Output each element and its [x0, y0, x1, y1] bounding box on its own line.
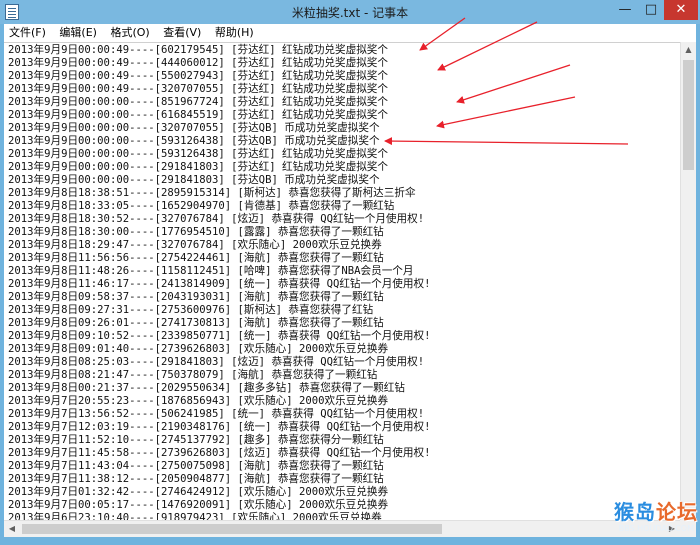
minimize-button[interactable]: — — [612, 0, 638, 20]
text-content[interactable]: 2013年9月9日00:00:49----[602179545] [芬达红] 红… — [4, 43, 680, 521]
text-line[interactable]: 2013年9月9日00:00:49----[444060012] [芬达红] 红… — [8, 57, 680, 70]
text-line[interactable]: 2013年9月8日09:10:52----[2339850771] [统一] 恭… — [8, 330, 680, 343]
vertical-scroll-thumb[interactable] — [683, 60, 694, 170]
text-editor[interactable]: 2013年9月9日00:00:49----[602179545] [芬达红] 红… — [4, 42, 680, 521]
text-line[interactable]: 2013年9月7日11:38:12----[2050904877] [海航] 恭… — [8, 473, 680, 486]
text-line[interactable]: 2013年9月9日00:00:00----[593126438] [芬达红] 红… — [8, 148, 680, 161]
window-title: 米粒抽奖.txt - 记事本 — [291, 6, 409, 20]
text-line[interactable]: 2013年9月9日00:00:00----[320707055] [芬达QB] … — [8, 122, 680, 135]
text-line[interactable]: 2013年9月8日09:26:01----[2741730813] [海航] 恭… — [8, 317, 680, 330]
menu-bar: 文件(F) 编辑(E) 格式(O) 查看(V) 帮助(H) — [4, 24, 696, 42]
text-line[interactable]: 2013年9月8日18:33:05----[1652904970] [肯德基] … — [8, 200, 680, 213]
text-line[interactable]: 2013年9月7日20:55:23----[1876856943] [欢乐随心]… — [8, 395, 680, 408]
menu-edit[interactable]: 编辑(E) — [54, 24, 102, 40]
text-line[interactable]: 2013年9月8日11:56:56----[2754224461] [海航] 恭… — [8, 252, 680, 265]
text-line[interactable]: 2013年9月7日11:45:58----[2739626803] [炫迈] 恭… — [8, 447, 680, 460]
vertical-scrollbar[interactable]: ▲ ▼ — [680, 42, 696, 520]
menu-view[interactable]: 查看(V) — [158, 24, 206, 40]
text-line[interactable]: 2013年9月8日18:30:00----[1776954510] [露露] 恭… — [8, 226, 680, 239]
menu-file[interactable]: 文件(F) — [4, 24, 51, 40]
text-line[interactable]: 2013年9月9日00:00:49----[320707055] [芬达红] 红… — [8, 83, 680, 96]
text-line[interactable]: 2013年9月8日18:38:51----[2895915314] [斯柯达] … — [8, 187, 680, 200]
watermark-name-accent: 论坛 — [656, 500, 698, 524]
watermark-name: 猴岛 — [614, 500, 656, 524]
text-line[interactable]: 2013年9月8日09:27:31----[2753600976] [斯柯达] … — [8, 304, 680, 317]
text-line[interactable]: 2013年9月8日09:01:40----[2739626803] [欢乐随心]… — [8, 343, 680, 356]
forum-watermark-logo: 猴岛论坛 BBS.HOUDAO.COM — [588, 500, 698, 542]
maximize-button[interactable]: □ — [638, 0, 664, 20]
text-line[interactable]: 2013年9月8日08:25:03----[291841803] [炫迈] 恭喜… — [8, 356, 680, 369]
notepad-window: 米粒抽奖.txt - 记事本 — □ ✕ 文件(F) 编辑(E) 格式(O) 查… — [0, 0, 700, 545]
horizontal-scroll-thumb[interactable] — [22, 524, 442, 534]
text-line[interactable]: 2013年9月8日08:21:47----[750378079] [海航] 恭喜… — [8, 369, 680, 382]
text-line[interactable]: 2013年9月9日00:00:00----[291841803] [芬达QB] … — [8, 174, 680, 187]
menu-format[interactable]: 格式(O) — [105, 24, 154, 40]
text-line[interactable]: 2013年9月9日00:00:49----[550027943] [芬达红] 红… — [8, 70, 680, 83]
text-line[interactable]: 2013年9月9日00:00:00----[851967724] [芬达红] 红… — [8, 96, 680, 109]
scroll-up-icon[interactable]: ▲ — [681, 42, 696, 58]
scroll-left-icon[interactable]: ◀ — [4, 521, 20, 537]
text-line[interactable]: 2013年9月7日00:05:17----[1476920091] [欢乐随心]… — [8, 499, 680, 512]
text-line[interactable]: 2013年9月8日00:21:37----[2029550634] [趣多多钻]… — [8, 382, 680, 395]
text-line[interactable]: 2013年9月7日12:03:19----[2190348176] [统一] 恭… — [8, 421, 680, 434]
text-line[interactable]: 2013年9月9日00:00:00----[593126438] [芬达QB] … — [8, 135, 680, 148]
text-line[interactable]: 2013年9月8日11:46:17----[2413814909] [统一] 恭… — [8, 278, 680, 291]
text-line[interactable]: 2013年9月8日09:58:37----[2043193031] [海航] 恭… — [8, 291, 680, 304]
text-line[interactable]: 2013年9月7日11:43:04----[2750075098] [海航] 恭… — [8, 460, 680, 473]
text-line[interactable]: 2013年9月9日00:00:00----[616845519] [芬达红] 红… — [8, 109, 680, 122]
text-line[interactable]: 2013年9月8日11:48:26----[1158112451] [哈啤] 恭… — [8, 265, 680, 278]
text-line[interactable]: 2013年9月9日00:00:00----[291841803] [芬达红] 红… — [8, 161, 680, 174]
text-line[interactable]: 2013年9月9日00:00:49----[602179545] [芬达红] 红… — [8, 44, 680, 57]
text-line[interactable]: 2013年9月7日11:52:10----[2745137792] [趣多] 恭… — [8, 434, 680, 447]
text-line[interactable]: 2013年9月8日18:30:52----[327076784] [炫迈] 恭喜… — [8, 213, 680, 226]
watermark-url: BBS.HOUDAO.COM — [618, 524, 694, 533]
title-bar[interactable]: 米粒抽奖.txt - 记事本 — □ ✕ — [0, 0, 700, 24]
text-line[interactable]: 2013年9月7日13:56:52----[506241985] [统一] 恭喜… — [8, 408, 680, 421]
horizontal-scrollbar[interactable]: ◀ ▶ — [4, 520, 680, 537]
text-line[interactable]: 2013年9月7日01:32:42----[2746424912] [欢乐随心]… — [8, 486, 680, 499]
menu-help[interactable]: 帮助(H) — [210, 24, 259, 40]
close-button[interactable]: ✕ — [664, 0, 698, 20]
text-line[interactable]: 2013年9月8日18:29:47----[327076784] [欢乐随心] … — [8, 239, 680, 252]
